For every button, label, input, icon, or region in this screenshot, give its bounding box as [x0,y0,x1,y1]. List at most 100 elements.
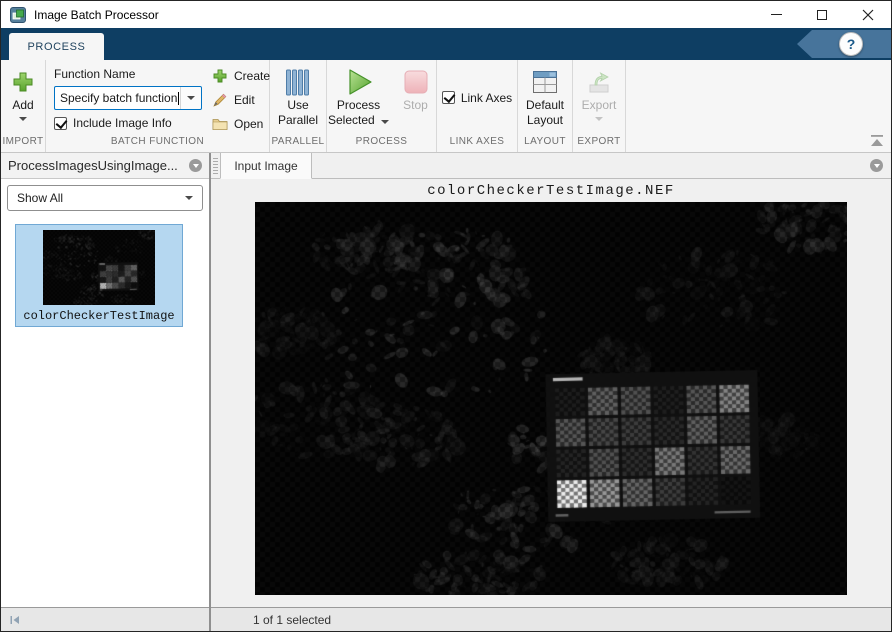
edit-button[interactable]: Edit [212,92,270,108]
create-button[interactable]: Create [212,68,270,84]
tab-process-label: PROCESS [28,41,86,53]
stop-button: Stop [396,60,436,135]
section-import: Add IMPORT [1,60,46,152]
minimize-button[interactable] [753,1,799,28]
section-export-label: EXPORT [573,135,625,152]
use-parallel-label-2: Parallel [278,113,318,128]
chevron-down-icon [187,96,195,100]
process-dropdown-icon [381,120,389,124]
viewer-statusbar: 1 of 1 selected [211,607,891,631]
show-all-dropdown[interactable]: Show All [7,185,203,211]
add-label: Add [12,98,33,113]
input-image-canvas[interactable] [255,202,847,595]
export-button: Export [582,60,617,135]
add-dropdown-icon [19,117,27,121]
function-name-label: Function Name [54,67,202,81]
section-import-label: IMPORT [1,135,45,152]
thumbnail-image [43,230,155,305]
browser-panel-menu-button[interactable] [189,159,202,172]
image-browser-panel: ProcessImagesUsingImage... Show All colo… [1,153,211,631]
section-batch-function-label: BATCH FUNCTION [46,135,269,152]
app-icon [10,7,26,23]
link-axes-checkbox[interactable] [442,91,455,104]
section-batch-function: Function Name Specify batch function Inc… [46,60,270,152]
function-name-combobox[interactable]: Specify batch function [54,86,202,110]
section-layout-label: LAYOUT [518,135,572,152]
minimize-icon [771,14,782,15]
app-window: Image Batch Processor PROCESS ? [0,0,892,632]
close-button[interactable] [845,1,891,28]
section-export: Export EXPORT [573,60,626,152]
stop-label: Stop [403,98,428,113]
section-parallel-label: PARALLEL [270,135,326,152]
titlebar: Image Batch Processor [1,1,891,28]
default-layout-label-2: Layout [527,113,563,128]
function-name-dropdown-button[interactable] [180,87,201,109]
viewer-tabbar: Input Image [211,153,891,179]
viewer-content: colorCheckerTestImage.NEF [211,179,891,607]
thumbnail-item-colorCheckerTestImage[interactable]: colorCheckerTestImage [15,224,183,327]
default-layout-button[interactable]: Default Layout [526,60,564,135]
open-label: Open [234,117,263,131]
create-label: Create [234,69,270,83]
export-label: Export [582,98,617,113]
export-dropdown-icon [595,117,603,121]
collapse-ribbon-icon[interactable] [870,135,884,147]
process-play-icon [344,67,374,97]
open-folder-icon [212,116,228,132]
edit-label: Edit [234,93,255,107]
process-selected-label-2: Selected [328,113,389,128]
chevron-down-icon [193,164,199,168]
process-selected-button[interactable]: Process Selected [328,60,390,135]
show-all-value: Show All [17,191,63,205]
collapse-left-icon[interactable] [9,615,21,625]
link-axes-label: Link Axes [461,91,512,105]
image-viewer-panel: Input Image colorCheckerTestImage.NEF 1 … [211,153,891,631]
tab-input-image[interactable]: Input Image [220,153,312,179]
selection-status-text: 1 of 1 selected [253,613,331,627]
image-browser-header: ProcessImagesUsingImage... [1,153,209,179]
use-parallel-button[interactable]: Use Parallel [278,60,318,135]
chevron-down-icon [185,196,193,200]
maximize-button[interactable] [799,1,845,28]
ribbon-toolbar: Add IMPORT Function Name Specify batch f… [1,60,891,153]
image-browser-body: Show All colorCheckerTestImage [1,179,209,607]
section-layout: Default Layout LAYOUT [518,60,573,152]
tab-input-image-label: Input Image [234,159,297,173]
viewer-panel-menu-button[interactable] [870,159,883,172]
link-axes-checkbox-row[interactable]: Link Axes [442,91,512,105]
chevron-down-icon [874,164,880,168]
section-process-label: PROCESS [327,135,436,152]
parallel-bars-icon [285,69,311,96]
image-browser-title: ProcessImagesUsingImage... [8,158,178,173]
function-name-value: Specify batch function [60,91,177,105]
window-controls [753,1,891,28]
layout-grid-icon [531,69,559,95]
ribbon-tabstrip: PROCESS ? [1,28,891,60]
add-plus-icon [11,70,35,94]
tab-process[interactable]: PROCESS [9,33,104,60]
section-link-axes: Link Axes LINK AXES [437,60,518,152]
section-process: Process Selected Stop PROCESS [327,60,437,152]
open-button[interactable]: Open [212,116,270,132]
tab-drag-grip[interactable] [213,158,218,174]
include-image-info-checkbox-row[interactable]: Include Image Info [54,116,202,130]
create-plus-icon [212,68,228,84]
use-parallel-label-1: Use [287,98,308,113]
export-icon [586,69,612,95]
edit-pencil-icon [212,92,228,108]
include-image-info-checkbox[interactable] [54,117,67,130]
main-area: ProcessImagesUsingImage... Show All colo… [1,153,891,631]
default-layout-label-1: Default [526,98,564,113]
window-title: Image Batch Processor [34,8,159,22]
process-selected-label-1: Process [337,98,380,113]
include-image-info-label: Include Image Info [73,116,172,130]
add-button[interactable]: Add [11,60,35,135]
close-icon [862,9,874,21]
maximize-icon [817,10,827,20]
stop-icon [403,69,429,95]
help-icon: ? [847,36,856,52]
thumbnail-label: colorCheckerTestImage [23,309,174,323]
image-filename-title: colorCheckerTestImage.NEF [211,183,891,199]
help-button[interactable]: ? [839,32,863,56]
